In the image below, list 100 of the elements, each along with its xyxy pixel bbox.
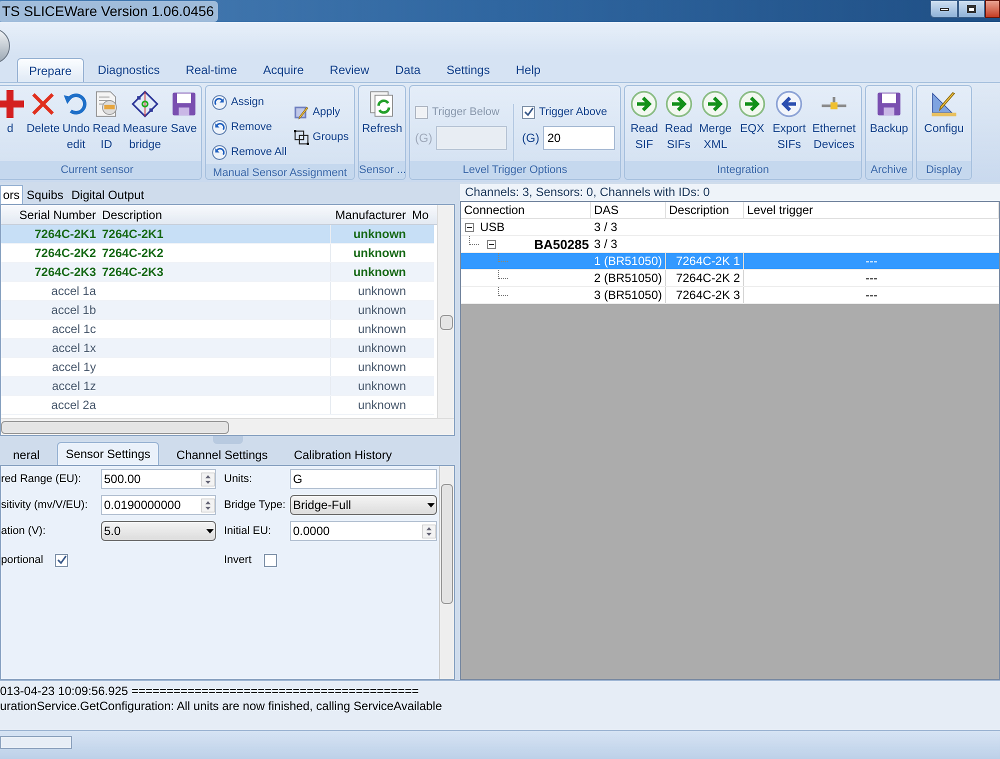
table-cell: 3 / 3 — [594, 237, 618, 251]
table-cell: 7264C-2K 1 — [676, 254, 740, 268]
column-header[interactable]: Description — [666, 202, 744, 218]
column-header[interactable]: Serial Number — [1, 205, 99, 224]
channels-summary: Channels: 3, Sensors: 0, Channels with IDs: 0 — [460, 184, 1000, 201]
ribbon-button[interactable]: Export SIFs — [772, 90, 807, 153]
log-line: 013-04-23 10:09:56.925 ========================================= — [0, 684, 420, 699]
ribbon-button[interactable]: d — [0, 90, 26, 137]
tab[interactable]: Channel Settings — [163, 444, 281, 465]
text-field[interactable]: G — [290, 469, 437, 489]
checkbox[interactable] — [264, 554, 277, 566]
splitter-handle[interactable] — [212, 436, 242, 444]
vertical-scrollbar[interactable] — [439, 466, 454, 679]
tree-row[interactable]: 2 (BR51050) 7264C-2K 2 --- — [461, 270, 999, 287]
table-cell: 7264C-2K3 — [34, 265, 96, 279]
table-cell: 7264C-2K2 — [34, 246, 96, 260]
spin-box[interactable]: 0.0190000000 — [101, 495, 216, 515]
column-header[interactable]: DAS — [591, 202, 666, 218]
ribbon-button[interactable]: Measure bridge — [122, 90, 168, 153]
menu-tab[interactable]: Help — [504, 58, 553, 82]
table-row[interactable]: accel 1y unknown — [1, 358, 434, 377]
spin-box[interactable]: 0.0000 — [290, 521, 437, 541]
log-line: urationService.GetConfiguration: All units are now finished, calling ServiceAvailable — [0, 699, 444, 714]
table-cell: 3 (BR51050) — [594, 288, 662, 302]
field-label: sitivity (mv/V/EU): — [1, 498, 89, 513]
dropdown[interactable]: Bridge-Full — [290, 495, 437, 515]
ribbon-button[interactable]: Undo edit — [61, 90, 92, 153]
ribbon-button[interactable]: Remove All — [211, 140, 287, 164]
ribbon-button[interactable]: Read ID — [91, 90, 122, 153]
menu-tab[interactable]: Acquire — [251, 58, 316, 82]
table-row[interactable]: accel 1b unknown — [1, 301, 434, 320]
minimize-button[interactable] — [930, 0, 958, 18]
table-row[interactable]: 7264C-2K2 7264C-2K2 unknown — [1, 244, 434, 263]
ribbon-button[interactable]: Assign — [211, 90, 287, 114]
ribbon-button[interactable]: Configu — [923, 90, 965, 137]
tree-label: USB — [480, 218, 505, 236]
column-header[interactable]: Level trigger — [744, 202, 999, 218]
ribbon-button[interactable]: Read SIF — [629, 90, 660, 153]
menu-tab[interactable]: Data — [383, 58, 432, 82]
ribbon-button[interactable]: Save — [168, 90, 199, 137]
table-row[interactable]: accel 1z unknown — [1, 377, 434, 396]
ribbon-button[interactable]: Read SIFs — [664, 90, 694, 153]
tab[interactable]: Squibs — [22, 185, 68, 204]
tree-row[interactable]: 3 (BR51050) 7264C-2K 3 --- — [461, 287, 999, 304]
table-row[interactable]: accel 1x unknown — [1, 339, 434, 358]
menu-tab[interactable]: Review — [318, 58, 382, 82]
field-label: Units: — [224, 472, 254, 487]
spin-box[interactable]: 500.00 — [101, 469, 216, 489]
group-label: Current sensor — [0, 161, 201, 179]
collapse-toggle[interactable] — [465, 222, 474, 232]
ribbon-button[interactable]: Merge XML — [698, 90, 733, 153]
close-button[interactable] — [985, 0, 1000, 18]
menu-tab[interactable]: Diagnostics — [86, 58, 172, 82]
checkbox[interactable] — [55, 554, 68, 566]
tab[interactable]: Digital Output — [67, 185, 148, 204]
tab[interactable]: Calibration History — [280, 444, 405, 465]
dropdown-arrow-icon — [426, 500, 436, 510]
column-header[interactable]: Connection — [461, 202, 591, 218]
collapse-toggle[interactable] — [487, 240, 496, 248]
ribbon-button[interactable]: Remove — [211, 115, 287, 139]
ribbon-button[interactable]: Backup — [868, 90, 910, 137]
table-row[interactable]: accel 1c unknown — [1, 320, 434, 339]
table-row[interactable]: accel 1a unknown — [1, 282, 434, 301]
ribbon-button[interactable]: Delete — [25, 90, 61, 137]
field-label: red Range (EU): — [1, 472, 82, 487]
column-header[interactable]: Description — [99, 205, 331, 224]
column-header[interactable]: Mo — [409, 205, 434, 224]
group-label: Sensor ... — [359, 161, 405, 179]
table-cell: 7264C-2K 2 — [676, 271, 740, 285]
tree-row[interactable]: USB 3 / 3 — [461, 219, 999, 236]
ribbon-button[interactable]: Refresh — [361, 90, 404, 137]
tab[interactable]: neral — [0, 444, 53, 465]
group-label: Integration — [625, 161, 861, 179]
table-cell: accel 1c — [52, 322, 96, 336]
menu-tab[interactable]: Prepare — [17, 58, 84, 82]
plus-icon — [0, 90, 24, 118]
ribbon-button[interactable]: EQX — [737, 90, 768, 137]
value-field[interactable] — [436, 126, 507, 150]
tab[interactable]: Sensor Settings — [56, 442, 160, 465]
ribbon-button[interactable]: Apply — [292, 100, 349, 124]
table-row[interactable]: 7264C-2K3 7264C-2K3 unknown — [1, 263, 434, 282]
dropdown-arrow-icon — [205, 526, 215, 536]
dropdown[interactable]: 5.0 — [101, 521, 216, 541]
ribbon-button[interactable]: Ethernet Devices — [811, 90, 857, 153]
horizontal-scrollbar[interactable] — [1, 418, 454, 435]
table-cell: unknown — [358, 360, 406, 374]
table-row[interactable]: 7264C-2K1 7264C-2K1 unknown — [1, 225, 434, 244]
table-row[interactable]: accel 2a unknown — [1, 396, 434, 415]
group-label: Level Trigger Options — [410, 161, 620, 179]
group-selection-icon — [292, 128, 310, 146]
menu-tab[interactable]: Real-time — [174, 58, 250, 82]
ribbon-button[interactable]: Groups — [292, 125, 349, 149]
column-header[interactable]: Manufacturer — [331, 205, 409, 224]
value-field[interactable]: 20 — [543, 126, 615, 150]
maximize-button[interactable] — [958, 0, 985, 18]
menu-tab[interactable]: Settings — [434, 58, 502, 82]
checkbox[interactable] — [522, 106, 535, 119]
vertical-scrollbar[interactable] — [437, 205, 454, 418]
table-cell: accel 1x — [52, 341, 96, 355]
tab[interactable]: ors — [0, 185, 23, 204]
